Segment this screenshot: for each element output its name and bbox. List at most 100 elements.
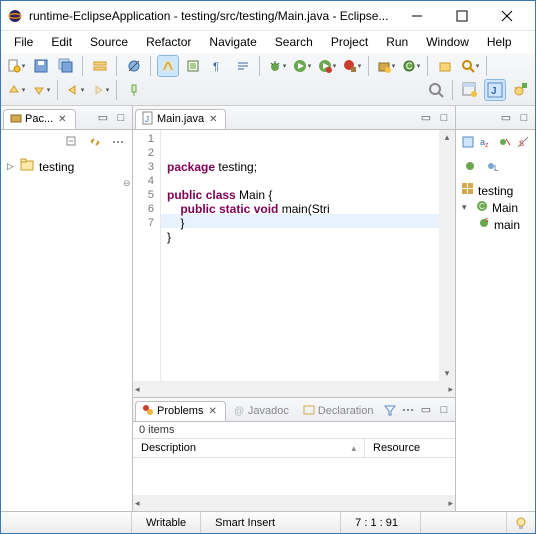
close-icon[interactable]: ✕ bbox=[56, 114, 68, 125]
scroll-right-icon[interactable]: ▸ bbox=[448, 498, 453, 509]
maximize-view-button[interactable]: □ bbox=[515, 109, 533, 127]
save-button[interactable] bbox=[30, 55, 52, 77]
search-button[interactable]: ▾ bbox=[459, 55, 481, 77]
new-button[interactable]: ▾ bbox=[5, 55, 27, 77]
scroll-down-icon[interactable]: ▾ bbox=[445, 368, 450, 379]
menu-edit[interactable]: Edit bbox=[42, 33, 81, 51]
main-toolbar: ▾ ¶ ▾ ▾ ▾ ▾ ▾ C▾ ▾ ▾ ▾ ▾ ▾ bbox=[1, 53, 535, 106]
menu-project[interactable]: Project bbox=[322, 33, 377, 51]
minimize-view-button[interactable]: ▭ bbox=[497, 109, 515, 127]
filter-button[interactable] bbox=[381, 401, 399, 419]
column-description[interactable]: Description▴ bbox=[133, 439, 365, 457]
menu-file[interactable]: File bbox=[5, 33, 42, 51]
menu-navigate[interactable]: Navigate bbox=[200, 33, 265, 51]
outline-package-node[interactable]: testing bbox=[462, 182, 529, 199]
menu-source[interactable]: Source bbox=[81, 33, 137, 51]
word-wrap-button[interactable] bbox=[232, 55, 254, 77]
hide-local-button[interactable]: L bbox=[483, 156, 503, 176]
next-annotation-button[interactable]: ▾ bbox=[30, 79, 52, 101]
outline-method-node[interactable]: s main bbox=[462, 216, 529, 233]
toolbar-separator bbox=[116, 80, 118, 100]
package-explorer-tab[interactable]: Pac... ✕ bbox=[3, 109, 76, 129]
problems-tab[interactable]: Problems ✕ bbox=[135, 401, 226, 421]
scroll-left-icon[interactable]: ◂ bbox=[135, 384, 140, 395]
package-explorer-tree[interactable]: ▷ testing bbox=[1, 154, 132, 511]
toggle-mark-occurrences-button[interactable] bbox=[157, 55, 179, 77]
back-button[interactable]: ▾ bbox=[64, 79, 86, 101]
debug-perspective-button[interactable] bbox=[509, 79, 531, 101]
show-whitespace-button[interactable]: ¶ bbox=[207, 55, 229, 77]
menu-refactor[interactable]: Refactor bbox=[137, 33, 200, 51]
focus-button[interactable] bbox=[460, 132, 476, 152]
view-menu-button[interactable] bbox=[108, 132, 128, 152]
package-icon bbox=[462, 183, 474, 198]
declaration-tab[interactable]: Declaration bbox=[296, 401, 381, 421]
hide-non-public-button[interactable] bbox=[460, 156, 480, 176]
scroll-left-icon[interactable]: ◂ bbox=[135, 498, 140, 509]
column-resource[interactable]: Resource bbox=[365, 439, 455, 457]
status-cursor-position[interactable]: 7 : 1 : 91 bbox=[340, 512, 420, 533]
status-insert-mode[interactable]: Smart Insert bbox=[200, 512, 340, 533]
outline-class-node[interactable]: ▾ C Main bbox=[462, 199, 529, 216]
menu-search[interactable]: Search bbox=[266, 33, 322, 51]
open-type-button[interactable] bbox=[434, 55, 456, 77]
minimize-view-button[interactable]: ▭ bbox=[417, 109, 435, 127]
maximize-button[interactable] bbox=[439, 1, 484, 30]
link-with-editor-button[interactable] bbox=[85, 132, 105, 152]
vertical-scrollbar[interactable]: ▴ ▾ bbox=[439, 130, 455, 381]
package-icon bbox=[10, 112, 22, 127]
horizontal-scrollbar[interactable]: ◂ ▸ bbox=[133, 495, 455, 511]
editor-tab[interactable]: J Main.java ✕ bbox=[135, 109, 226, 129]
new-java-class-button[interactable]: C▾ bbox=[400, 55, 422, 77]
maximize-view-button[interactable]: □ bbox=[435, 401, 453, 419]
maximize-view-button[interactable]: □ bbox=[435, 109, 453, 127]
collapse-icon[interactable]: ▾ bbox=[462, 202, 472, 213]
close-button[interactable] bbox=[484, 1, 529, 30]
scroll-up-icon[interactable]: ▴ bbox=[445, 132, 450, 143]
block-selection-button[interactable] bbox=[182, 55, 204, 77]
javadoc-tab[interactable]: @ Javadoc bbox=[226, 401, 296, 421]
maximize-view-button[interactable]: □ bbox=[112, 109, 130, 127]
skip-breakpoints-button[interactable] bbox=[123, 55, 145, 77]
open-perspective-button[interactable] bbox=[459, 79, 481, 101]
project-node[interactable]: ▷ testing bbox=[7, 158, 126, 175]
pin-editor-button[interactable] bbox=[123, 79, 145, 101]
status-writable[interactable]: Writable bbox=[131, 512, 200, 533]
external-tools-button[interactable]: ▾ bbox=[341, 55, 363, 77]
minimize-button[interactable] bbox=[394, 1, 439, 30]
horizontal-scrollbar[interactable]: ◂ ▸ bbox=[133, 381, 455, 397]
save-all-button[interactable] bbox=[55, 55, 77, 77]
coverage-button[interactable]: ▾ bbox=[316, 55, 338, 77]
menu-window[interactable]: Window bbox=[417, 33, 478, 51]
sort-button[interactable]: az bbox=[479, 132, 495, 152]
editor[interactable]: 1 2 3 ⊖4 5 6 7 package testing; public c… bbox=[133, 130, 455, 381]
view-menu-button[interactable] bbox=[399, 401, 417, 419]
code-area[interactable]: package testing; public class Main { pub… bbox=[161, 130, 439, 381]
new-java-package-button[interactable]: ▾ bbox=[375, 55, 397, 77]
tip-of-day-button[interactable] bbox=[506, 512, 535, 533]
outline-tree[interactable]: testing ▾ C Main s main bbox=[456, 178, 535, 511]
quick-access-search-icon[interactable] bbox=[425, 79, 447, 101]
toggle-breadcrumb-button[interactable] bbox=[89, 55, 111, 77]
close-icon[interactable]: ✕ bbox=[206, 406, 218, 417]
hide-fields-button[interactable] bbox=[497, 132, 513, 152]
collapse-all-button[interactable] bbox=[62, 132, 82, 152]
close-icon[interactable]: ✕ bbox=[207, 114, 219, 125]
outline-label: Main bbox=[492, 201, 518, 215]
lightbulb-icon bbox=[513, 515, 529, 531]
expand-icon[interactable]: ▷ bbox=[7, 161, 17, 172]
java-perspective-button[interactable]: J bbox=[484, 79, 506, 101]
hide-static-button[interactable]: s bbox=[516, 132, 532, 152]
svg-text:@: @ bbox=[234, 406, 244, 417]
minimize-view-button[interactable]: ▭ bbox=[94, 109, 112, 127]
prev-annotation-button[interactable]: ▾ bbox=[5, 79, 27, 101]
scroll-right-icon[interactable]: ▸ bbox=[448, 384, 453, 395]
tab-label: Problems bbox=[157, 405, 203, 417]
problems-table-body[interactable] bbox=[133, 458, 455, 495]
forward-button[interactable]: ▾ bbox=[89, 79, 111, 101]
debug-button[interactable]: ▾ bbox=[266, 55, 288, 77]
menu-run[interactable]: Run bbox=[377, 33, 417, 51]
menu-help[interactable]: Help bbox=[478, 33, 521, 51]
run-button[interactable]: ▾ bbox=[291, 55, 313, 77]
minimize-view-button[interactable]: ▭ bbox=[417, 401, 435, 419]
